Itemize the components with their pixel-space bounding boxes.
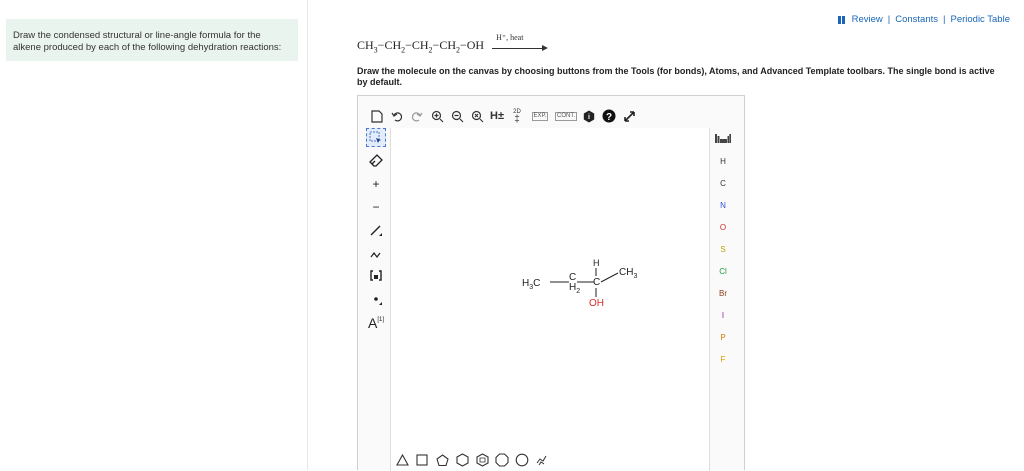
redo-icon[interactable] [408,107,426,125]
triangle-icon[interactable] [394,452,410,468]
cyclopentadiene-icon[interactable] [514,452,530,468]
clean-icon[interactable] [468,107,486,125]
link-separator: | [943,14,946,25]
periodic-table-icon[interactable] [712,128,734,150]
top-toolbar: H± 2D ‡ EXP. CONT. i ? [368,106,638,126]
new-icon[interactable] [368,107,386,125]
atom-p-button[interactable]: P [712,326,734,348]
atom-c-button[interactable]: C [712,172,734,194]
left-toolbar: + − A [1] [366,128,386,331]
atom-o-button[interactable]: O [712,216,734,238]
periodic-table-link[interactable]: Periodic Table [950,14,1010,25]
octagon-icon[interactable] [494,452,510,468]
top-links: Review | Constants | Periodic Table [837,14,1010,25]
square-icon[interactable] [414,452,430,468]
atom-ch2-h: H2 [569,282,580,295]
review-link[interactable]: Review [852,14,883,25]
svg-text:i: i [588,114,590,121]
atom-h-button[interactable]: H [712,150,734,172]
expand-icon[interactable]: EXP. [528,107,552,125]
reaction-conditions: H⁺, heat [496,33,524,42]
atom-ch3-left[interactable]: H3C [522,278,540,291]
atom-ch-h: H [593,258,600,268]
question-text: Draw the condensed structural or line-an… [6,19,298,61]
chain-icon[interactable] [366,243,386,262]
heptagon-icon[interactable] [474,452,490,468]
contract-icon[interactable]: CONT. [554,107,578,125]
atom-ch[interactable]: C [593,277,600,288]
bracket-icon[interactable] [366,266,386,285]
fullscreen-icon[interactable] [620,107,638,125]
reaction-equation: CH3−CH2−CH2−CH2−OH H⁺, heat [357,33,550,56]
help-icon[interactable]: ? [600,107,618,125]
review-icon [837,15,845,24]
atoms-toolbar: H C N O S Cl Br I P F [712,128,734,370]
2d-icon[interactable]: 2D ‡ [508,107,526,125]
reaction-arrow: H⁺, heat [488,33,550,56]
reactant-formula: CH3−CH2−CH2−CH2−OH [357,37,485,55]
hexagon-icon[interactable] [454,452,470,468]
select-icon[interactable] [366,128,386,147]
atom-list: H C N O S Cl Br I P F [712,150,734,370]
radical-icon[interactable] [366,289,386,308]
template-icon[interactable] [534,452,550,468]
atom-n-button[interactable]: N [712,194,734,216]
zoom-out-icon[interactable] [448,107,466,125]
constants-link[interactable]: Constants [895,14,938,25]
atom-ch3-right[interactable]: CH3 [619,267,637,280]
pentagon-icon[interactable] [434,452,450,468]
instructions-text: Draw the molecule on the canvas by choos… [357,66,995,87]
info-icon[interactable]: i [580,107,598,125]
molecule-editor: H± 2D ‡ EXP. CONT. i ? + − A [1] H3C C H… [357,95,745,471]
question-panel: Draw the condensed structural or line-an… [0,0,308,470]
single-bond-icon[interactable] [366,220,386,239]
link-separator: | [887,14,891,25]
erase-icon[interactable] [366,151,386,170]
minus-icon[interactable]: − [366,197,386,216]
atom-s-button[interactable]: S [712,238,734,260]
hydrogen-toggle-icon[interactable]: H± [488,107,506,125]
drawing-canvas[interactable]: H3C C H2 H C CH3 OH [390,128,710,471]
atom-label-icon[interactable]: A [1] [366,312,386,331]
undo-icon[interactable] [388,107,406,125]
atom-cl-button[interactable]: Cl [712,260,734,282]
svg-text:?: ? [606,112,612,123]
molecule-drawing[interactable]: H3C C H2 H C CH3 OH [391,128,709,471]
atom-oh[interactable]: OH [589,298,604,309]
atom-br-button[interactable]: Br [712,282,734,304]
templates-toolbar [394,452,550,468]
atom-f-button[interactable]: F [712,348,734,370]
zoom-in-icon[interactable] [428,107,446,125]
atom-i-button[interactable]: I [712,304,734,326]
plus-icon[interactable]: + [366,174,386,193]
